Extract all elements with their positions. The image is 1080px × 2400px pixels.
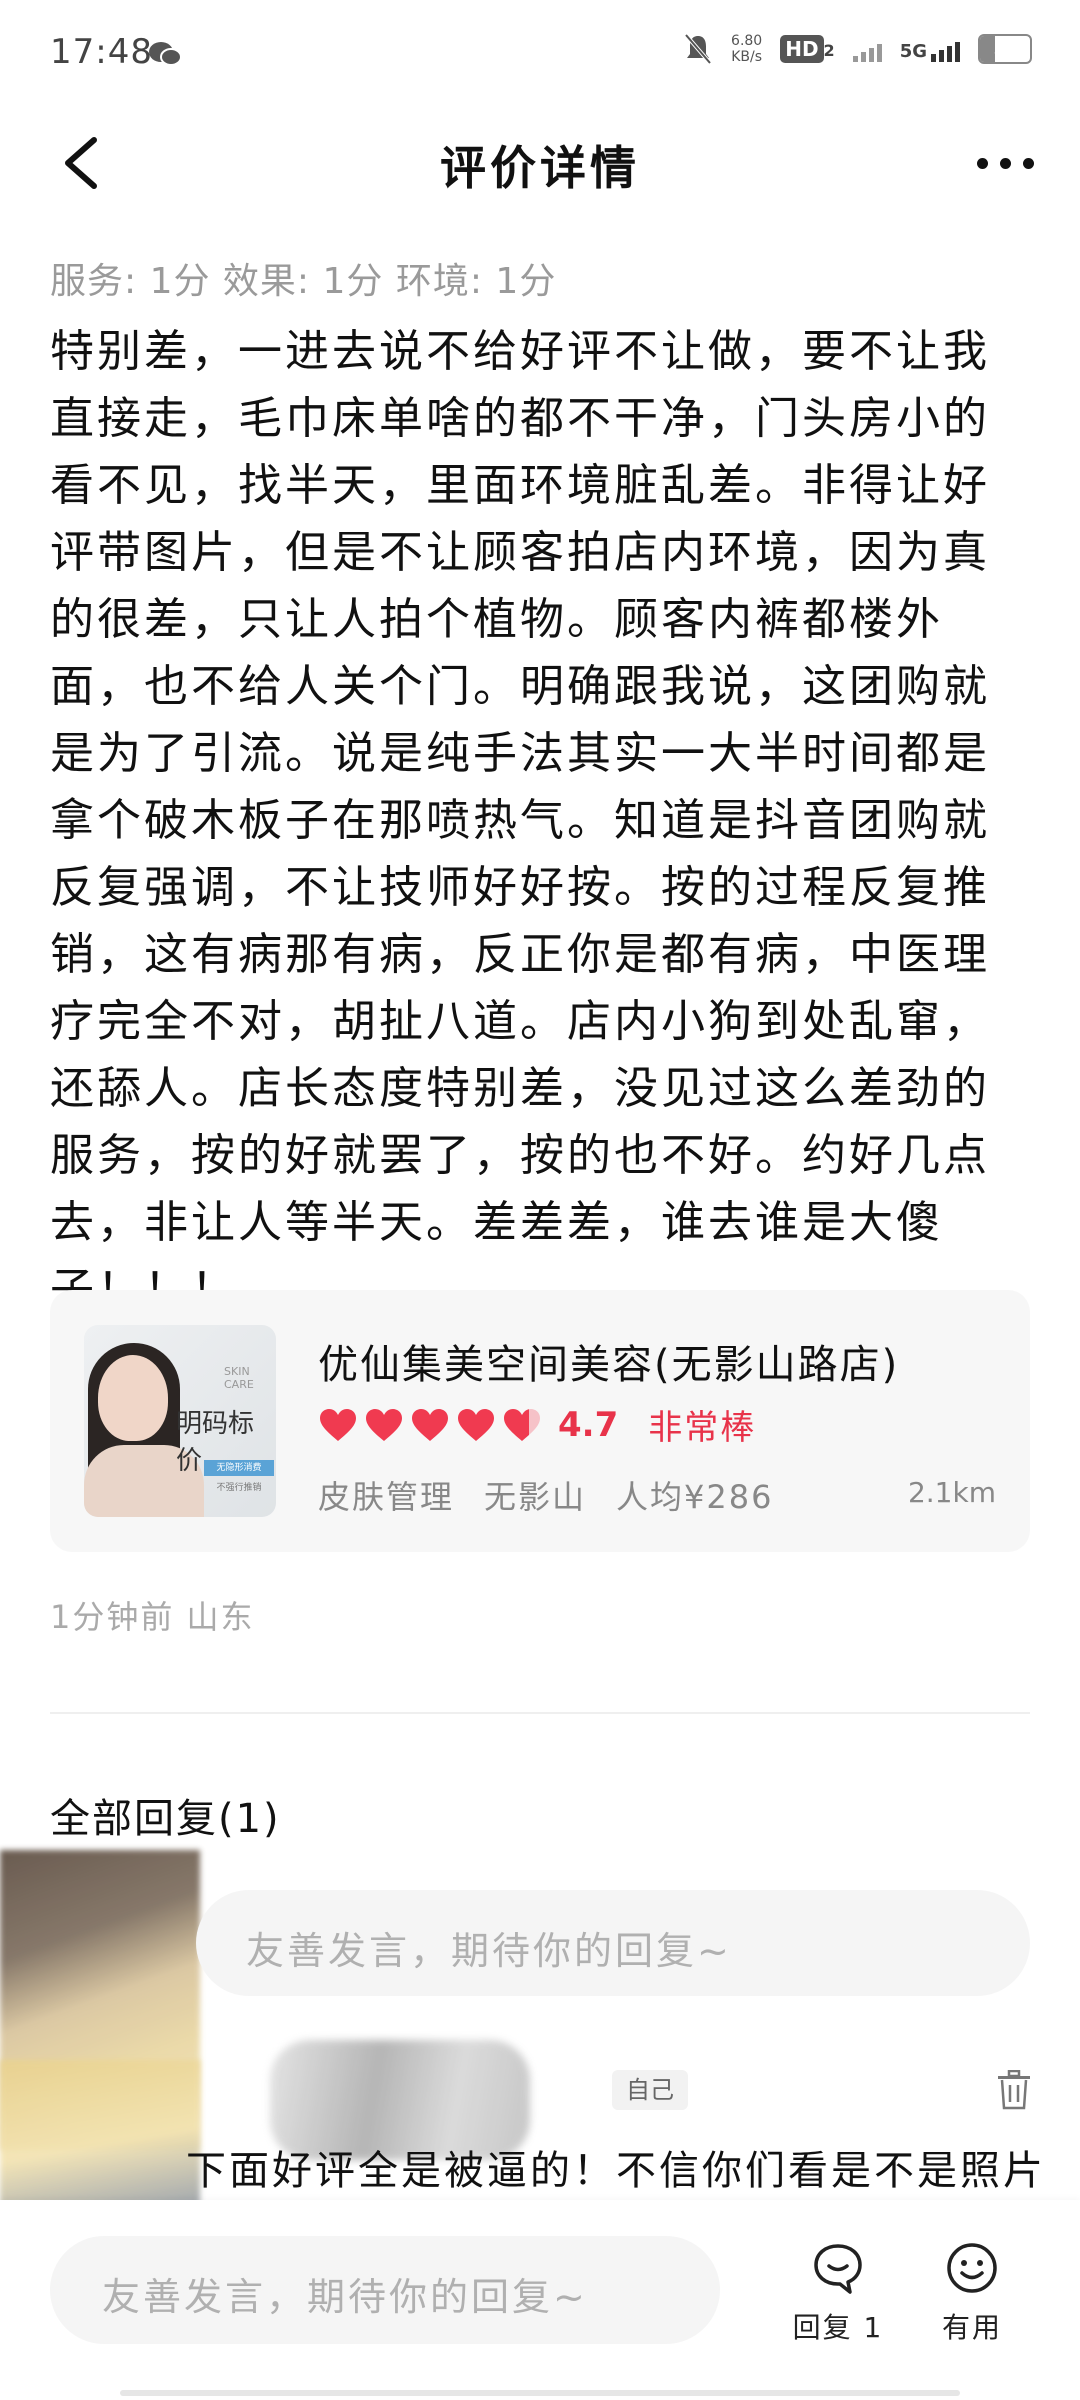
useful-button-label: 有用 xyxy=(941,2311,1002,2344)
heart-icon xyxy=(366,1408,402,1441)
self-badge: 自己 xyxy=(612,2070,688,2110)
comment-icon xyxy=(814,2244,862,2294)
shop-category: 皮肤管理 xyxy=(318,1478,455,1516)
post-meta: 1分钟前 山东 xyxy=(50,1598,255,1636)
heart-icon xyxy=(412,1408,448,1441)
review-scores: 服务: 1分 效果: 1分 环境: 1分 xyxy=(50,261,557,302)
useful-button[interactable]: 有用 xyxy=(922,2240,1022,2346)
wechat-icon xyxy=(149,42,182,66)
signal-5g: 5G xyxy=(900,36,960,62)
shop-card[interactable]: SKIN CARE 明码标价 无隐形消费 不强行推销 优仙集美空间美容(无影山路… xyxy=(50,1290,1030,1552)
status-bar: 17:48 6.80 KB/s HD 2 5G 30 xyxy=(0,0,1080,110)
shop-distance: 2.1km xyxy=(907,1476,996,1509)
page-title: 评价详情 xyxy=(440,141,640,195)
reply-input[interactable]: 友善发言，期待你的回复~ xyxy=(196,1890,1030,1996)
more-icon[interactable] xyxy=(970,148,1040,178)
heart-icon xyxy=(320,1408,356,1441)
signal-icon-2 xyxy=(931,36,960,62)
home-indicator[interactable] xyxy=(120,2390,960,2396)
replies-header: 全部回复(1) xyxy=(50,1796,281,1842)
rating-number: 4.7 xyxy=(558,1404,619,1445)
hd-badge: HD 2 xyxy=(780,34,835,63)
half-heart-icon xyxy=(504,1408,540,1441)
divider xyxy=(50,1712,1030,1714)
shop-name: 优仙集美空间美容(无影山路店) xyxy=(318,1342,900,1388)
reply-input-placeholder: 友善发言，期待你的回复~ xyxy=(246,1929,732,1973)
battery-icon: 30 xyxy=(978,34,1032,64)
reply-button-label: 回复 1 xyxy=(792,2311,884,2344)
shop-avg-price: 人均¥286 xyxy=(616,1478,774,1516)
trash-icon[interactable] xyxy=(996,2070,1032,2110)
shop-rating: 4.7 非常棒 xyxy=(318,1400,756,1449)
bottom-reply-input[interactable]: 友善发言，期待你的回复~ xyxy=(50,2236,720,2344)
reply-button[interactable]: 回复 1 xyxy=(788,2240,888,2346)
net-speed: 6.80 KB/s xyxy=(731,33,763,65)
rating-text: 非常棒 xyxy=(648,1408,757,1448)
reply-text: 下面好评全是被逼的！不信你们看是不是照片 xyxy=(186,2148,1046,2194)
bottom-input-placeholder: 友善发言，期待你的回复~ xyxy=(102,2275,588,2319)
heart-icon xyxy=(458,1408,494,1441)
smile-icon xyxy=(947,2243,997,2293)
signal-icon-1 xyxy=(852,36,882,62)
status-time: 17:48 xyxy=(50,32,153,72)
nav-bar: 评价详情 xyxy=(0,110,1080,210)
shop-thumbnail: SKIN CARE 明码标价 无隐形消费 不强行推销 xyxy=(84,1325,276,1517)
shop-area: 无影山 xyxy=(484,1478,587,1516)
review-text: 特别差，一进去说不给好评不让做，要不让我直接走，毛巾床单啥的都不干净，门头房小的… xyxy=(50,326,990,1315)
bottom-bar: 友善发言，期待你的回复~ 回复 1 有用 xyxy=(0,2200,1080,2400)
mute-bell-icon xyxy=(684,33,712,65)
shop-meta: 皮肤管理 无影山 人均¥286 xyxy=(318,1472,803,1518)
